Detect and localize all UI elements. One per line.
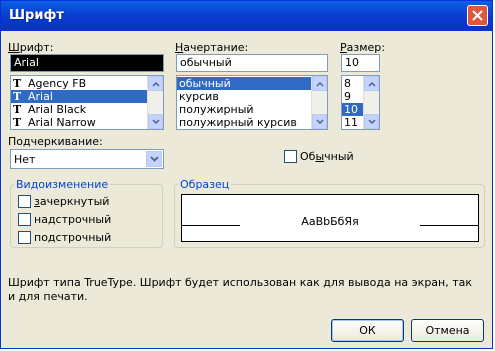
chevron-up-icon (316, 81, 324, 87)
normal-checkbox[interactable] (284, 150, 297, 163)
title-bar[interactable]: Шрифт (1, 1, 492, 31)
list-item[interactable]: T Arial Narrow (11, 116, 163, 129)
strikethrough-checkbox[interactable] (18, 195, 31, 208)
scroll-down-button[interactable] (364, 114, 379, 129)
preview-title: Образец (178, 178, 232, 191)
underline-label: Подчеркивание: (8, 135, 103, 148)
size-scrollbar[interactable] (363, 76, 379, 129)
font-label: Шрифт: (8, 41, 54, 54)
subscript-checkbox[interactable] (18, 231, 31, 244)
style-label: Начертание: (175, 41, 249, 54)
superscript-checkbox[interactable] (18, 213, 31, 226)
scroll-up-button[interactable] (364, 76, 379, 91)
chevron-down-icon (316, 119, 324, 125)
close-button[interactable] (467, 5, 488, 26)
ok-button[interactable]: ОК (331, 319, 404, 342)
scroll-down-button[interactable] (312, 114, 327, 129)
list-item[interactable]: полужирный курсив (177, 116, 327, 129)
chevron-up-icon (368, 81, 376, 87)
size-input[interactable]: 10 (341, 54, 380, 72)
scroll-up-button[interactable] (312, 76, 327, 91)
style-scrollbar[interactable] (311, 76, 327, 129)
preview-sample: AaBbБбЯя (301, 215, 359, 228)
scroll-up-button[interactable] (148, 76, 163, 91)
list-item[interactable]: T Agency FB (11, 77, 163, 90)
normal-label: Обычный (300, 150, 354, 163)
dialog-title: Шрифт (9, 8, 64, 23)
strikethrough-label: зачеркнутый (34, 195, 110, 208)
effects-title: Видоизменение (14, 178, 111, 191)
font-list[interactable]: T Agency FB T Arial T Arial Black T Arial Na… (10, 75, 164, 130)
underline-value: Нет (14, 153, 36, 166)
list-item[interactable]: T Arial (11, 90, 163, 103)
style-input[interactable]: обычный (176, 54, 328, 72)
chevron-down-icon (152, 119, 160, 125)
size-label: Размер: (340, 41, 385, 54)
scroll-down-button[interactable] (148, 114, 163, 129)
chevron-down-icon (150, 156, 159, 162)
list-item[interactable]: T Arial Black (11, 103, 163, 116)
superscript-label: надстрочный (34, 213, 112, 226)
list-item[interactable]: обычный (177, 77, 327, 90)
dropdown-button[interactable] (146, 151, 162, 167)
font-input[interactable]: Arial (10, 54, 164, 72)
truetype-icon: T (13, 77, 22, 90)
list-item[interactable]: курсив (177, 90, 327, 103)
chevron-down-icon (368, 119, 376, 125)
font-dialog: Шрифт Шрифт: Arial T Agency FB T Arial T Ar… (0, 0, 493, 349)
truetype-icon: T (13, 103, 22, 116)
list-item[interactable]: полужирный (177, 103, 327, 116)
preview-area: AaBbБбЯя (181, 194, 479, 242)
font-scrollbar[interactable] (147, 76, 163, 129)
list-item[interactable]: 10 (342, 103, 364, 116)
style-list[interactable]: обычный курсив полужирный полужирный кур… (176, 75, 328, 130)
truetype-icon: T (13, 90, 22, 103)
underline-select[interactable]: Нет (10, 149, 164, 169)
close-icon (472, 10, 483, 21)
chevron-up-icon (152, 81, 160, 87)
truetype-icon: T (13, 116, 22, 129)
cancel-button[interactable]: Отмена (411, 319, 484, 342)
size-list[interactable]: 8 9 10 11 (341, 75, 380, 130)
font-description: Шрифт типа TrueType. Шрифт будет использ… (8, 276, 473, 303)
subscript-label: подстрочный (34, 231, 112, 244)
